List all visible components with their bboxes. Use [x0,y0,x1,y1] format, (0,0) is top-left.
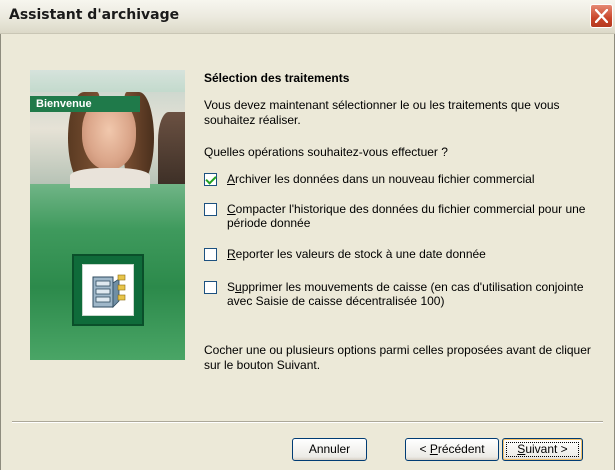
cash-checkbox[interactable] [204,281,217,294]
archive-wizard-icon [92,274,126,308]
close-button[interactable] [590,4,613,28]
previous-button[interactable]: < Précédent [405,438,499,461]
question-text: Quelles opérations souhaitez-vous effect… [204,145,448,159]
separator [12,421,603,423]
title-bar[interactable]: Assistant d'archivage [0,0,615,34]
option-label: Archiver les données dans un nouveau fic… [227,172,535,186]
option-label: Reporter les valeurs de stock à une date… [227,247,486,261]
footer-note: Cocher une ou plusieurs options parmi ce… [204,343,591,372]
side-panel: Bienvenue [30,70,185,360]
welcome-badge: Bienvenue [30,96,140,112]
cancel-button[interactable]: Annuler [292,438,367,461]
archive-icon-frame [72,254,144,326]
intro-text: Vous devez maintenant sélectionner le ou… [204,98,560,127]
close-icon [595,9,608,23]
archive-checkbox[interactable] [204,173,217,186]
stock-checkbox[interactable] [204,248,217,261]
option-label: Compacter l'historique des données du fi… [227,202,586,230]
compact-checkbox[interactable] [204,203,217,216]
window-title: Assistant d'archivage [9,7,180,23]
next-button[interactable]: Suivant > [502,438,583,461]
option-label: Supprimer les mouvements de caisse (en c… [227,280,584,308]
section-title: Sélection des traitements [204,71,350,85]
